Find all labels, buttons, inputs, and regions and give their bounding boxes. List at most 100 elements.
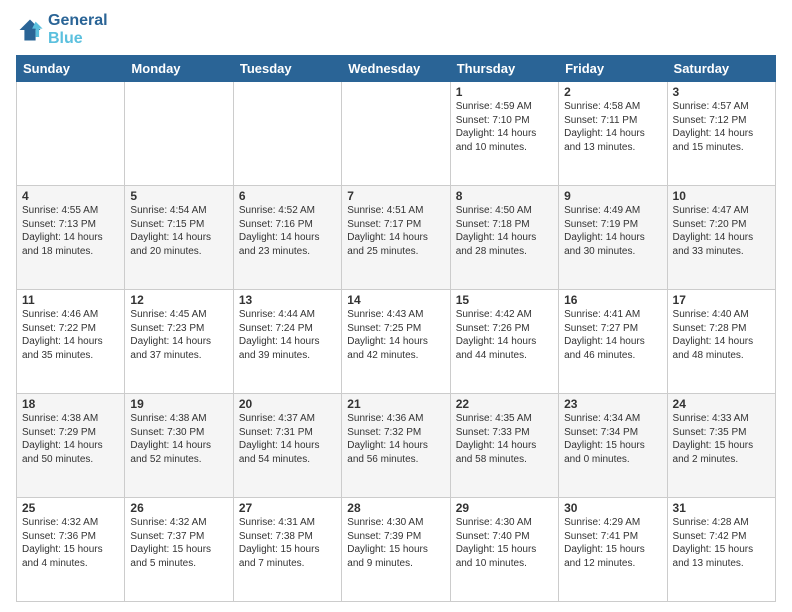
calendar-cell bbox=[125, 82, 233, 186]
day-number: 18 bbox=[22, 397, 119, 411]
calendar-cell: 21Sunrise: 4:36 AMSunset: 7:32 PMDayligh… bbox=[342, 394, 450, 498]
day-number: 30 bbox=[564, 501, 661, 515]
day-number: 7 bbox=[347, 189, 444, 203]
calendar-cell: 16Sunrise: 4:41 AMSunset: 7:27 PMDayligh… bbox=[559, 290, 667, 394]
calendar-cell: 26Sunrise: 4:32 AMSunset: 7:37 PMDayligh… bbox=[125, 498, 233, 602]
day-info: Sunrise: 4:28 AMSunset: 7:42 PMDaylight:… bbox=[673, 516, 770, 570]
day-info: Sunrise: 4:35 AMSunset: 7:33 PMDaylight:… bbox=[456, 412, 553, 466]
calendar-cell: 12Sunrise: 4:45 AMSunset: 7:23 PMDayligh… bbox=[125, 290, 233, 394]
day-info: Sunrise: 4:30 AMSunset: 7:40 PMDaylight:… bbox=[456, 516, 553, 570]
calendar-cell: 13Sunrise: 4:44 AMSunset: 7:24 PMDayligh… bbox=[233, 290, 341, 394]
day-info: Sunrise: 4:40 AMSunset: 7:28 PMDaylight:… bbox=[673, 308, 770, 362]
weekday-header-tuesday: Tuesday bbox=[233, 56, 341, 82]
day-info: Sunrise: 4:44 AMSunset: 7:24 PMDaylight:… bbox=[239, 308, 336, 362]
day-info: Sunrise: 4:43 AMSunset: 7:25 PMDaylight:… bbox=[347, 308, 444, 362]
calendar-week-row-3: 11Sunrise: 4:46 AMSunset: 7:22 PMDayligh… bbox=[17, 290, 776, 394]
calendar-cell: 20Sunrise: 4:37 AMSunset: 7:31 PMDayligh… bbox=[233, 394, 341, 498]
day-info: Sunrise: 4:29 AMSunset: 7:41 PMDaylight:… bbox=[564, 516, 661, 570]
day-info: Sunrise: 4:32 AMSunset: 7:37 PMDaylight:… bbox=[130, 516, 227, 570]
day-info: Sunrise: 4:46 AMSunset: 7:22 PMDaylight:… bbox=[22, 308, 119, 362]
calendar-cell: 7Sunrise: 4:51 AMSunset: 7:17 PMDaylight… bbox=[342, 186, 450, 290]
calendar-cell: 10Sunrise: 4:47 AMSunset: 7:20 PMDayligh… bbox=[667, 186, 775, 290]
day-info: Sunrise: 4:38 AMSunset: 7:30 PMDaylight:… bbox=[130, 412, 227, 466]
day-info: Sunrise: 4:45 AMSunset: 7:23 PMDaylight:… bbox=[130, 308, 227, 362]
calendar-week-row-2: 4Sunrise: 4:55 AMSunset: 7:13 PMDaylight… bbox=[17, 186, 776, 290]
day-info: Sunrise: 4:34 AMSunset: 7:34 PMDaylight:… bbox=[564, 412, 661, 466]
calendar-cell bbox=[17, 82, 125, 186]
day-number: 13 bbox=[239, 293, 336, 307]
calendar-cell: 8Sunrise: 4:50 AMSunset: 7:18 PMDaylight… bbox=[450, 186, 558, 290]
calendar-cell: 5Sunrise: 4:54 AMSunset: 7:15 PMDaylight… bbox=[125, 186, 233, 290]
header: General Blue bbox=[16, 12, 776, 47]
weekday-header-sunday: Sunday bbox=[17, 56, 125, 82]
day-number: 31 bbox=[673, 501, 770, 515]
weekday-header-wednesday: Wednesday bbox=[342, 56, 450, 82]
day-number: 11 bbox=[22, 293, 119, 307]
logo-icon bbox=[16, 16, 44, 44]
day-number: 29 bbox=[456, 501, 553, 515]
day-number: 19 bbox=[130, 397, 227, 411]
day-number: 28 bbox=[347, 501, 444, 515]
day-number: 21 bbox=[347, 397, 444, 411]
calendar-cell: 24Sunrise: 4:33 AMSunset: 7:35 PMDayligh… bbox=[667, 394, 775, 498]
day-info: Sunrise: 4:47 AMSunset: 7:20 PMDaylight:… bbox=[673, 204, 770, 258]
calendar-cell bbox=[342, 82, 450, 186]
calendar-table: SundayMondayTuesdayWednesdayThursdayFrid… bbox=[16, 55, 776, 602]
calendar-cell: 31Sunrise: 4:28 AMSunset: 7:42 PMDayligh… bbox=[667, 498, 775, 602]
logo: General Blue bbox=[16, 12, 108, 47]
day-info: Sunrise: 4:42 AMSunset: 7:26 PMDaylight:… bbox=[456, 308, 553, 362]
weekday-header-monday: Monday bbox=[125, 56, 233, 82]
logo-text: General Blue bbox=[48, 12, 108, 47]
calendar-cell: 14Sunrise: 4:43 AMSunset: 7:25 PMDayligh… bbox=[342, 290, 450, 394]
day-info: Sunrise: 4:50 AMSunset: 7:18 PMDaylight:… bbox=[456, 204, 553, 258]
calendar-cell: 9Sunrise: 4:49 AMSunset: 7:19 PMDaylight… bbox=[559, 186, 667, 290]
day-number: 26 bbox=[130, 501, 227, 515]
day-number: 25 bbox=[22, 501, 119, 515]
calendar-week-row-5: 25Sunrise: 4:32 AMSunset: 7:36 PMDayligh… bbox=[17, 498, 776, 602]
day-number: 15 bbox=[456, 293, 553, 307]
day-info: Sunrise: 4:52 AMSunset: 7:16 PMDaylight:… bbox=[239, 204, 336, 258]
day-number: 8 bbox=[456, 189, 553, 203]
day-info: Sunrise: 4:36 AMSunset: 7:32 PMDaylight:… bbox=[347, 412, 444, 466]
day-number: 20 bbox=[239, 397, 336, 411]
calendar-cell: 19Sunrise: 4:38 AMSunset: 7:30 PMDayligh… bbox=[125, 394, 233, 498]
day-info: Sunrise: 4:31 AMSunset: 7:38 PMDaylight:… bbox=[239, 516, 336, 570]
day-info: Sunrise: 4:59 AMSunset: 7:10 PMDaylight:… bbox=[456, 100, 553, 154]
calendar-week-row-4: 18Sunrise: 4:38 AMSunset: 7:29 PMDayligh… bbox=[17, 394, 776, 498]
day-number: 3 bbox=[673, 85, 770, 99]
calendar-cell: 28Sunrise: 4:30 AMSunset: 7:39 PMDayligh… bbox=[342, 498, 450, 602]
calendar-cell: 29Sunrise: 4:30 AMSunset: 7:40 PMDayligh… bbox=[450, 498, 558, 602]
calendar-cell: 6Sunrise: 4:52 AMSunset: 7:16 PMDaylight… bbox=[233, 186, 341, 290]
calendar-cell: 23Sunrise: 4:34 AMSunset: 7:34 PMDayligh… bbox=[559, 394, 667, 498]
day-info: Sunrise: 4:51 AMSunset: 7:17 PMDaylight:… bbox=[347, 204, 444, 258]
calendar-cell: 18Sunrise: 4:38 AMSunset: 7:29 PMDayligh… bbox=[17, 394, 125, 498]
day-number: 1 bbox=[456, 85, 553, 99]
calendar-cell: 2Sunrise: 4:58 AMSunset: 7:11 PMDaylight… bbox=[559, 82, 667, 186]
day-info: Sunrise: 4:38 AMSunset: 7:29 PMDaylight:… bbox=[22, 412, 119, 466]
calendar-cell: 1Sunrise: 4:59 AMSunset: 7:10 PMDaylight… bbox=[450, 82, 558, 186]
day-info: Sunrise: 4:32 AMSunset: 7:36 PMDaylight:… bbox=[22, 516, 119, 570]
calendar-cell: 22Sunrise: 4:35 AMSunset: 7:33 PMDayligh… bbox=[450, 394, 558, 498]
calendar-cell: 11Sunrise: 4:46 AMSunset: 7:22 PMDayligh… bbox=[17, 290, 125, 394]
day-info: Sunrise: 4:55 AMSunset: 7:13 PMDaylight:… bbox=[22, 204, 119, 258]
day-info: Sunrise: 4:41 AMSunset: 7:27 PMDaylight:… bbox=[564, 308, 661, 362]
day-info: Sunrise: 4:54 AMSunset: 7:15 PMDaylight:… bbox=[130, 204, 227, 258]
weekday-header-saturday: Saturday bbox=[667, 56, 775, 82]
calendar-cell: 4Sunrise: 4:55 AMSunset: 7:13 PMDaylight… bbox=[17, 186, 125, 290]
calendar-cell: 27Sunrise: 4:31 AMSunset: 7:38 PMDayligh… bbox=[233, 498, 341, 602]
day-number: 10 bbox=[673, 189, 770, 203]
day-info: Sunrise: 4:30 AMSunset: 7:39 PMDaylight:… bbox=[347, 516, 444, 570]
day-number: 22 bbox=[456, 397, 553, 411]
day-info: Sunrise: 4:58 AMSunset: 7:11 PMDaylight:… bbox=[564, 100, 661, 154]
day-number: 12 bbox=[130, 293, 227, 307]
day-number: 4 bbox=[22, 189, 119, 203]
day-number: 5 bbox=[130, 189, 227, 203]
weekday-header-thursday: Thursday bbox=[450, 56, 558, 82]
day-number: 6 bbox=[239, 189, 336, 203]
day-number: 16 bbox=[564, 293, 661, 307]
calendar-header-row: SundayMondayTuesdayWednesdayThursdayFrid… bbox=[17, 56, 776, 82]
day-number: 14 bbox=[347, 293, 444, 307]
calendar-cell: 15Sunrise: 4:42 AMSunset: 7:26 PMDayligh… bbox=[450, 290, 558, 394]
calendar-week-row-1: 1Sunrise: 4:59 AMSunset: 7:10 PMDaylight… bbox=[17, 82, 776, 186]
day-info: Sunrise: 4:49 AMSunset: 7:19 PMDaylight:… bbox=[564, 204, 661, 258]
